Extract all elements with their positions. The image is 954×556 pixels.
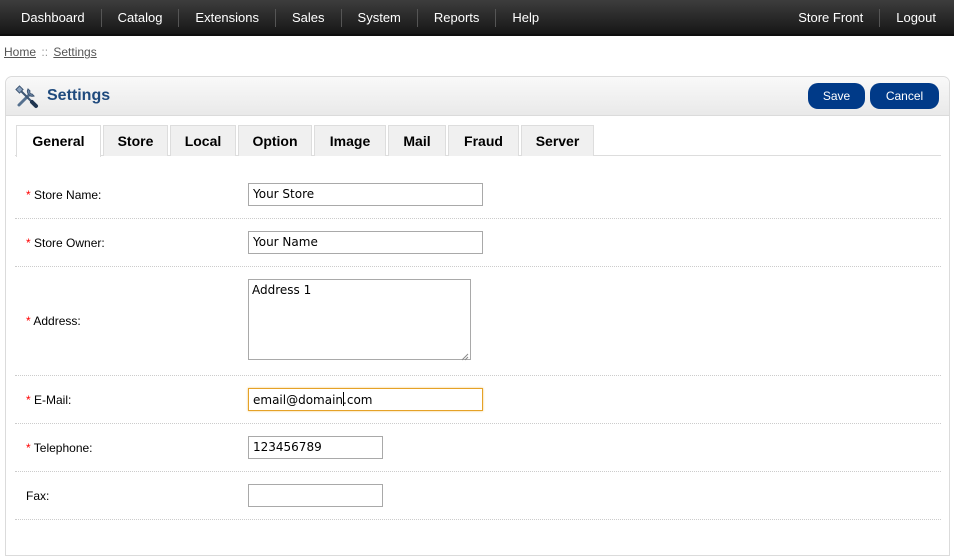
menu-dashboard[interactable]: Dashboard: [5, 9, 101, 27]
store-owner-input[interactable]: Your Name: [248, 231, 483, 254]
settings-tools-icon: [15, 85, 39, 109]
form-row-store-name: * Store Name: Your Store: [15, 172, 941, 219]
breadcrumb-home-link[interactable]: Home: [4, 45, 36, 59]
fax-input[interactable]: [248, 484, 383, 507]
required-marker: *: [26, 441, 31, 455]
email-value-after-caret: .com: [343, 393, 373, 407]
main-menu: Dashboard Catalog Extensions Sales Syste…: [5, 0, 555, 36]
address-text: Address 1: [252, 283, 312, 297]
menu-help[interactable]: Help: [495, 9, 555, 27]
tab-store[interactable]: Store: [103, 125, 168, 156]
store-name-input[interactable]: Your Store: [248, 183, 483, 206]
email-value-before-caret: email@domain: [253, 393, 344, 407]
store-name-label: * Store Name:: [26, 188, 102, 202]
panel-heading: Settings Save Cancel: [6, 77, 949, 116]
settings-tabs: General Store Local Option Image Mail Fr…: [15, 125, 941, 157]
save-button[interactable]: Save: [808, 83, 865, 109]
store-owner-label: * Store Owner:: [26, 236, 105, 250]
tab-local[interactable]: Local: [170, 125, 236, 156]
tab-option[interactable]: Option: [238, 125, 312, 156]
tab-image[interactable]: Image: [314, 125, 386, 156]
email-input[interactable]: email@domain.com: [248, 388, 483, 411]
menu-logout[interactable]: Logout: [879, 9, 952, 27]
menu-sales[interactable]: Sales: [275, 9, 341, 27]
fax-label: Fax:: [26, 489, 50, 503]
cancel-button[interactable]: Cancel: [870, 83, 939, 109]
breadcrumb: Home :: Settings: [4, 45, 97, 59]
tab-fraud[interactable]: Fraud: [448, 125, 519, 156]
menu-system[interactable]: System: [340, 9, 417, 27]
email-label: * E-Mail:: [26, 393, 72, 407]
required-marker: *: [26, 314, 31, 328]
account-menu: Store Front Logout: [782, 0, 952, 36]
breadcrumb-separator: ::: [41, 45, 49, 59]
address-label: * Address:: [26, 314, 81, 328]
tab-server[interactable]: Server: [521, 125, 594, 156]
address-textarea[interactable]: Address 1: [248, 279, 471, 361]
telephone-label: * Telephone:: [26, 441, 93, 455]
tab-general[interactable]: General: [16, 125, 101, 157]
form-row-fax: Fax:: [15, 472, 941, 520]
menu-reports[interactable]: Reports: [416, 9, 496, 27]
form-row-address: * Address: Address 1: [15, 267, 941, 376]
required-marker: *: [26, 393, 31, 407]
telephone-input[interactable]: 123456789: [248, 436, 383, 459]
form-row-store-owner: * Store Owner: Your Name: [15, 219, 941, 267]
resize-grip-icon[interactable]: [461, 350, 469, 361]
required-marker: *: [26, 188, 31, 202]
required-marker: *: [26, 236, 31, 250]
top-menu-bar: Dashboard Catalog Extensions Sales Syste…: [0, 0, 954, 36]
menu-extensions[interactable]: Extensions: [178, 9, 275, 27]
breadcrumb-settings-link[interactable]: Settings: [53, 45, 96, 59]
settings-panel: Settings Save Cancel General Store Local…: [5, 76, 950, 556]
page-title: Settings: [47, 87, 111, 104]
tab-mail[interactable]: Mail: [388, 125, 446, 156]
form-row-email: * E-Mail: email@domain.com: [15, 376, 941, 424]
menu-store-front[interactable]: Store Front: [782, 9, 879, 27]
form-row-telephone: * Telephone: 123456789: [15, 424, 941, 472]
menu-catalog[interactable]: Catalog: [100, 9, 179, 27]
